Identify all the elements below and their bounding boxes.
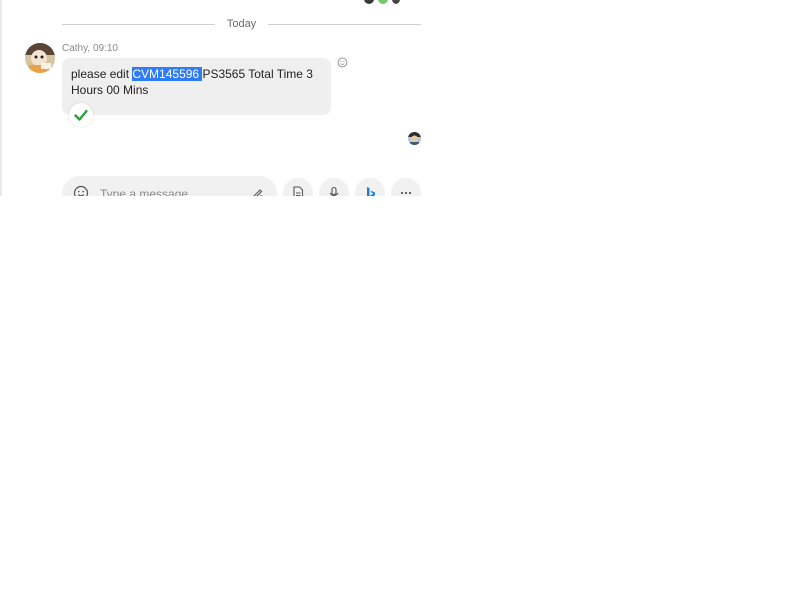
smiley-icon[interactable]: [73, 185, 89, 196]
avatar-image-icon: [408, 132, 421, 145]
divider-line: [268, 23, 422, 25]
divider-line: [62, 23, 215, 25]
bing-button[interactable]: [355, 178, 385, 196]
reaction-avatar-icon: [364, 0, 374, 4]
pen-icon[interactable]: [250, 186, 264, 196]
reaction-avatar-icon: [378, 0, 388, 4]
read-receipt-avatar: [408, 132, 421, 145]
selected-text[interactable]: CVM145596: [132, 67, 203, 81]
message-text: please edit: [71, 67, 133, 81]
chat-pane: Today Cathy, 09:10 please edit CVM145596…: [0, 0, 792, 196]
microphone-icon: [329, 186, 339, 196]
reaction-avatar-icon: [392, 0, 400, 4]
file-icon: [293, 186, 304, 196]
checkmark-icon: [74, 109, 88, 121]
bing-icon: [367, 187, 375, 196]
date-divider-label: Today: [226, 18, 257, 30]
pane-border: [0, 0, 2, 196]
seen-indicator: [69, 103, 93, 127]
message-bubble[interactable]: please edit CVM145596 PS3565 Total Time …: [62, 58, 331, 115]
message-input[interactable]: [98, 186, 252, 196]
record-audio-button[interactable]: [319, 178, 349, 196]
attach-file-button[interactable]: [283, 178, 313, 196]
add-reaction-icon[interactable]: [337, 57, 348, 68]
previous-message-reactions: [364, 0, 400, 4]
sender-avatar[interactable]: [25, 43, 55, 73]
message-composer[interactable]: [62, 176, 277, 196]
date-divider: Today: [62, 15, 422, 33]
message-meta: Cathy, 09:10: [62, 43, 118, 54]
more-options-button[interactable]: [391, 178, 421, 196]
more-icon: [400, 191, 412, 195]
avatar-image-icon: [25, 43, 55, 73]
